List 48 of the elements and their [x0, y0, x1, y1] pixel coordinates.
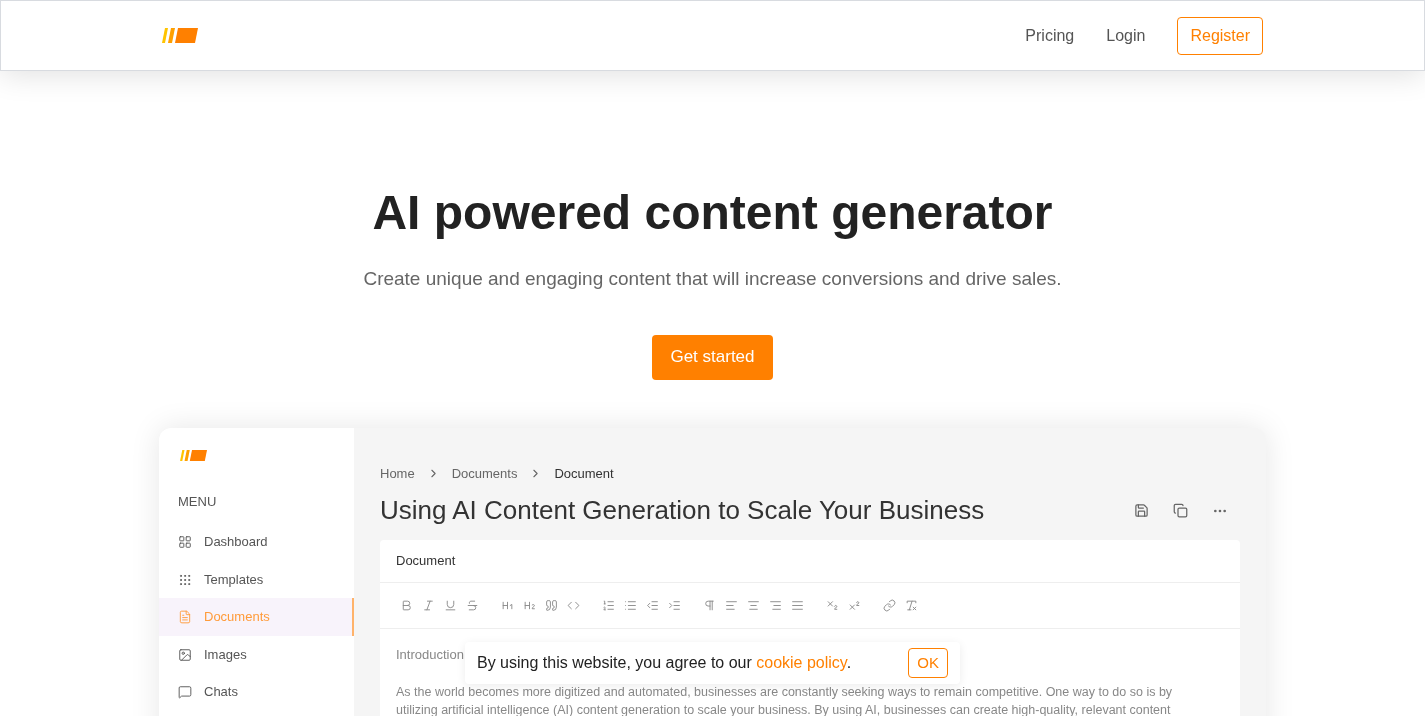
italic-icon[interactable]	[422, 599, 435, 612]
document-title: Using AI Content Generation to Scale Your Business	[380, 494, 985, 527]
cookie-message: By using this website, you agree to our cookie policy.	[477, 653, 852, 673]
heading-two-icon[interactable]	[523, 599, 536, 612]
align-left-icon[interactable]	[725, 599, 738, 612]
sidebar-icon	[178, 610, 192, 625]
sidebar-item[interactable]: Images	[159, 635, 354, 674]
superscript-icon[interactable]	[848, 599, 861, 612]
body-text: utilizing artificial intelligence (AI) content generation to scale your business. By using AI, businesses can create high-quality, relevant content	[396, 701, 1172, 716]
justify-icon[interactable]	[791, 599, 804, 612]
underline-icon[interactable]	[444, 599, 457, 612]
link-icon[interactable]	[883, 599, 896, 612]
sidebar-icon	[178, 685, 192, 700]
sidebar-item[interactable]: Dashboard	[159, 523, 354, 561]
body-text: As the world becomes more digitized and automated, businesses are constantly seeking ways to remain competitive. One way to do so is by	[396, 683, 1174, 701]
ordered-list-icon[interactable]	[602, 599, 615, 612]
breadcrumb-link[interactable]: Document	[554, 463, 614, 483]
sidebar-icon	[178, 572, 192, 587]
breadcrumb-link[interactable]: Home	[380, 463, 415, 483]
breadcrumb-link[interactable]: Documents	[451, 463, 518, 483]
outdent-icon[interactable]	[646, 599, 659, 612]
strikethrough-icon[interactable]	[466, 599, 479, 612]
indent-icon[interactable]	[668, 599, 681, 612]
menu-heading: MENU	[177, 492, 218, 511]
copy-icon[interactable]	[1173, 502, 1188, 518]
subscript-icon[interactable]	[826, 599, 839, 612]
sidebar-item[interactable]: Chats	[159, 673, 354, 711]
logo-icon	[162, 27, 198, 44]
nav-link[interactable]: Pricing	[1025, 23, 1075, 48]
pilcrow-icon[interactable]	[703, 599, 716, 612]
clear-format-icon[interactable]	[905, 599, 918, 612]
nav-link[interactable]: Login	[1106, 23, 1146, 48]
align-right-icon[interactable]	[769, 599, 782, 612]
hero-subtitle: Create unique and engaging content that will increase conversions and drive sales.	[363, 267, 1062, 291]
align-center-icon[interactable]	[747, 599, 760, 612]
bullet-list-icon[interactable]	[624, 599, 637, 612]
sidebar-icon	[178, 647, 192, 662]
section-heading: Introduction	[396, 646, 464, 664]
sidebar-icon	[178, 535, 192, 550]
quote-icon[interactable]	[545, 599, 558, 612]
editor-label: Document	[380, 540, 1240, 583]
logo-icon	[180, 449, 207, 461]
save-icon[interactable]	[1134, 502, 1149, 518]
sidebar-item[interactable]: Templates	[159, 560, 354, 599]
heading-one-icon[interactable]	[501, 599, 514, 612]
hero-title: AI powered content generator	[372, 185, 1053, 241]
bold-icon[interactable]	[400, 599, 413, 612]
code-icon[interactable]	[567, 599, 580, 612]
